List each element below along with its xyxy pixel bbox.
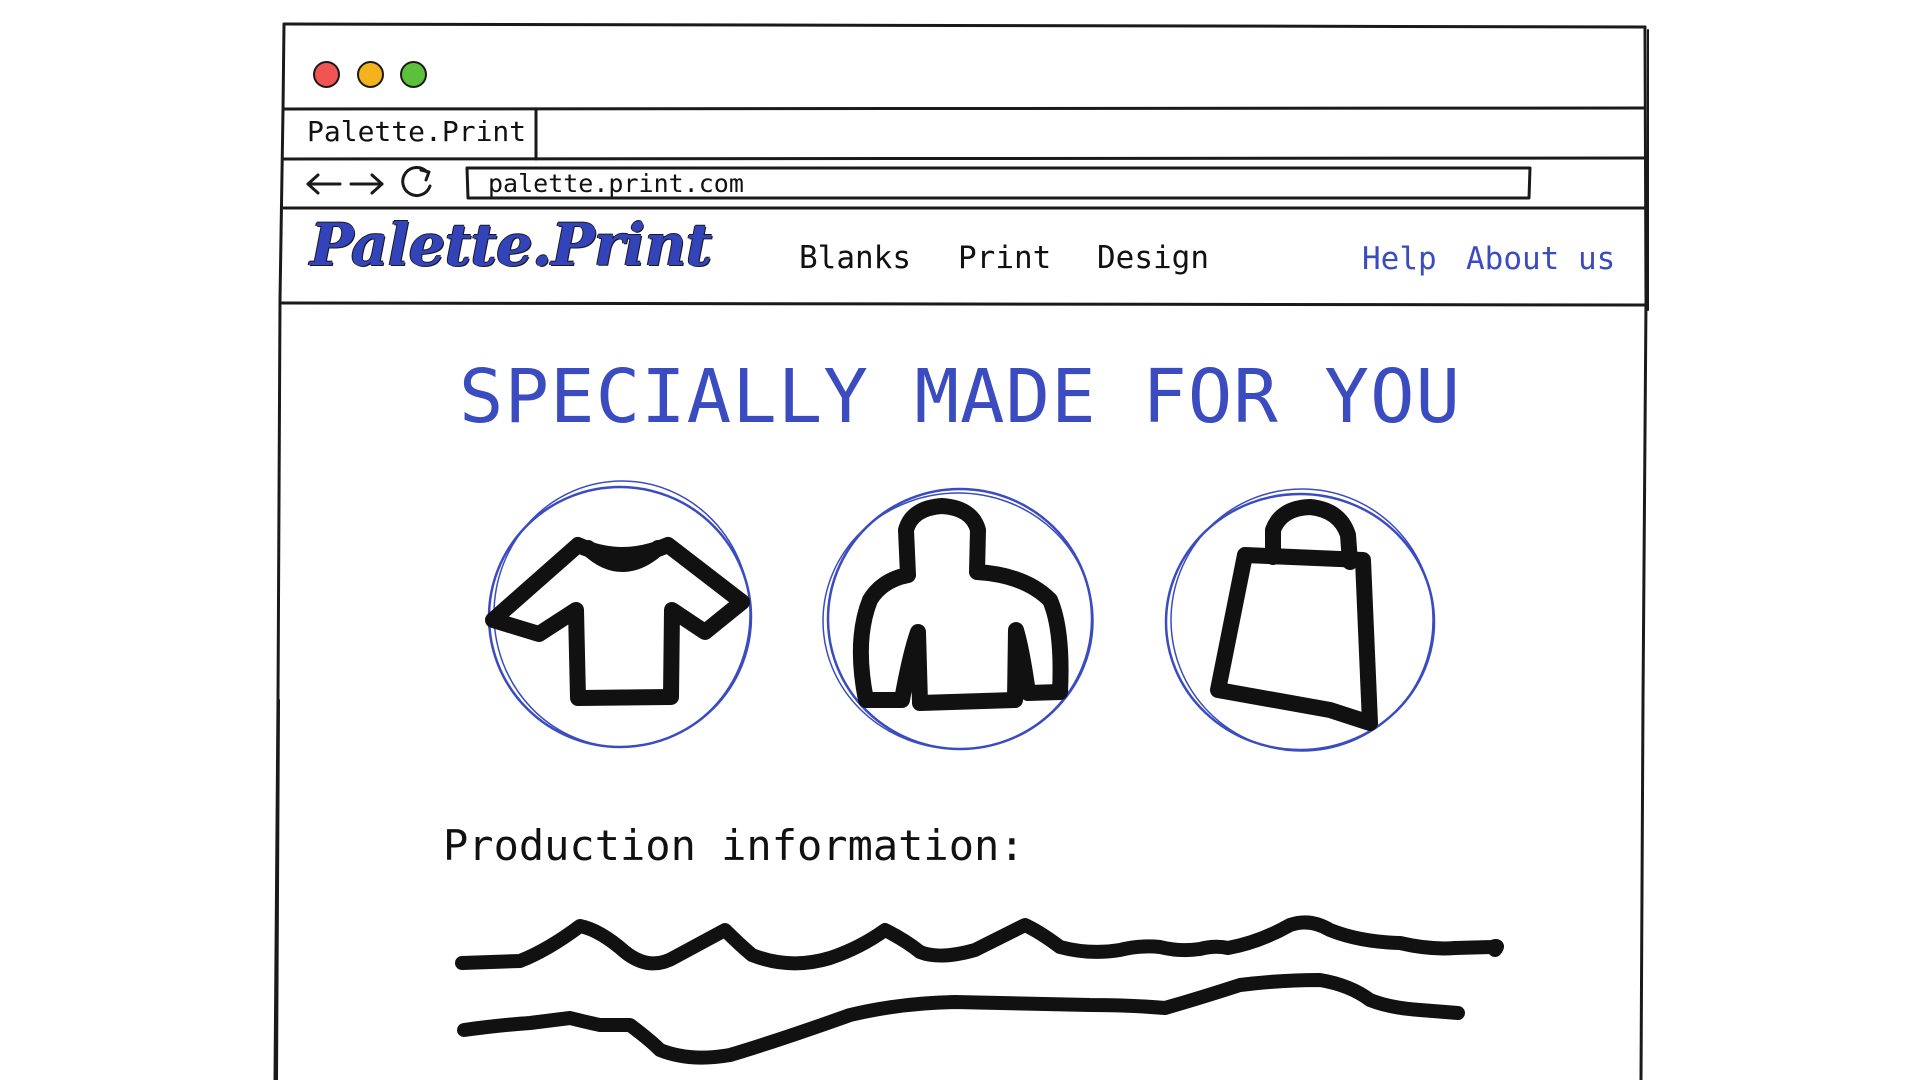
browser-window-frame — [273, 22, 1649, 1080]
nav-design[interactable]: Design — [1097, 239, 1209, 277]
browser-tab[interactable]: Palette.Print — [307, 115, 526, 149]
tote-bag-icon — [1210, 499, 1378, 731]
forward-arrow-icon[interactable] — [349, 173, 384, 195]
reload-icon[interactable] — [401, 166, 432, 197]
site-logo[interactable]: Palette.Print — [310, 210, 712, 280]
tshirt-icon — [485, 537, 750, 706]
production-heading: Production information: — [443, 821, 1025, 870]
hoodie-icon — [852, 498, 1069, 711]
back-arrow-icon[interactable] — [306, 173, 342, 195]
maximize-window-button[interactable] — [400, 61, 427, 88]
hero-title: SPECIALLY MADE FOR YOU — [458, 354, 1462, 440]
minimize-window-button[interactable] — [357, 61, 384, 88]
production-text-placeholder — [455, 915, 1504, 1065]
about-us-link[interactable]: About us — [1466, 240, 1615, 278]
category-tshirt[interactable] — [487, 480, 753, 749]
close-window-button[interactable] — [313, 61, 340, 88]
url-text: palette.print.com — [488, 169, 744, 198]
help-link[interactable]: Help — [1362, 240, 1437, 278]
nav-blanks[interactable]: Blanks — [799, 239, 911, 277]
nav-print[interactable]: Print — [958, 239, 1051, 277]
